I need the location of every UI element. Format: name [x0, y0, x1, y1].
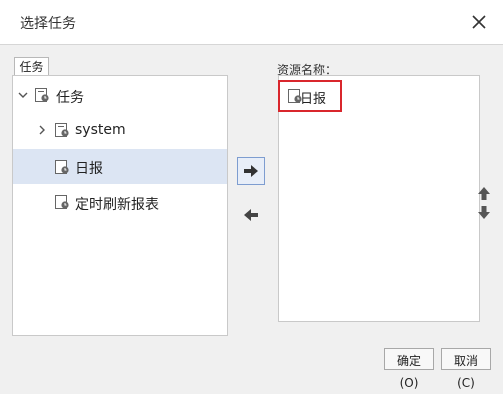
- tree-node-tasks[interactable]: 任务: [13, 79, 227, 112]
- tree-node-label: 定时刷新报表: [75, 197, 159, 213]
- remove-from-resources-button[interactable]: [238, 202, 264, 228]
- tree-node-label: system: [75, 122, 126, 138]
- task-icon: [55, 160, 69, 174]
- task-folder-icon: [55, 123, 69, 137]
- tree-node-label: 任务: [56, 90, 84, 106]
- tree-node-scheduled-refresh[interactable]: 定时刷新报表: [13, 186, 227, 219]
- close-icon[interactable]: [469, 12, 489, 32]
- tree-node-daily-report[interactable]: 日报: [13, 149, 227, 184]
- arrow-right-icon: [244, 165, 258, 177]
- tab-tasks[interactable]: 任务: [14, 57, 49, 76]
- resource-item-label: 日报: [300, 92, 327, 107]
- task-icon: [55, 195, 69, 209]
- dialog-titlebar: 选择任务: [0, 0, 503, 45]
- chevron-right-icon[interactable]: [36, 124, 48, 136]
- task-tree: 任务 system 日报 定时刷新报表: [12, 75, 228, 336]
- resource-item-daily-report[interactable]: 日报: [278, 80, 342, 112]
- resources-list: 日报: [278, 75, 480, 322]
- ok-button[interactable]: 确定(O): [384, 348, 434, 390]
- arrow-left-icon: [244, 209, 258, 221]
- task-folder-icon: [35, 88, 49, 102]
- cancel-button[interactable]: 取消(C): [441, 348, 491, 390]
- tree-node-system[interactable]: system: [13, 114, 227, 147]
- add-to-resources-button[interactable]: [237, 157, 265, 185]
- chevron-down-icon[interactable]: [17, 89, 29, 101]
- arrow-up-down-icon[interactable]: [476, 186, 492, 220]
- dialog-title: 选择任务: [20, 16, 76, 32]
- tree-node-label: 日报: [75, 161, 103, 177]
